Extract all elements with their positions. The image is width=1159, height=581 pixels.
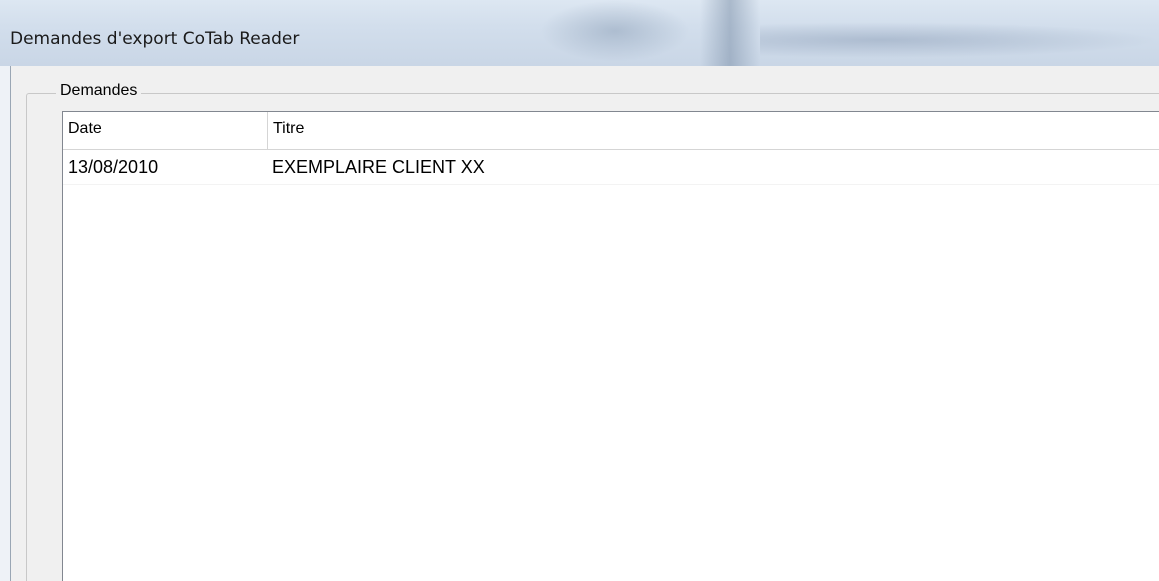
list-header: Date Titre <box>63 112 1159 150</box>
column-header-titre[interactable]: Titre <box>268 112 1159 149</box>
export-requests-window: Demandes d'export CoTab Reader Demandes … <box>0 0 1159 581</box>
requests-list-view[interactable]: Date Titre 13/08/2010 EXEMPLAIRE CLIENT … <box>62 111 1159 581</box>
column-header-date[interactable]: Date <box>63 112 268 149</box>
window-title: Demandes d'export CoTab Reader <box>10 29 300 49</box>
row-titre-cell: EXEMPLAIRE CLIENT XX <box>272 157 485 177</box>
row-date-cell: 13/08/2010 <box>68 157 159 177</box>
table-row[interactable]: 13/08/2010 EXEMPLAIRE CLIENT XX <box>63 150 1159 185</box>
group-box-label: Demandes <box>56 82 142 100</box>
background-blur <box>700 0 760 70</box>
background-blur <box>760 22 1159 58</box>
title-bar[interactable]: Demandes d'export CoTab Reader <box>0 0 1159 70</box>
background-blur <box>540 0 690 62</box>
